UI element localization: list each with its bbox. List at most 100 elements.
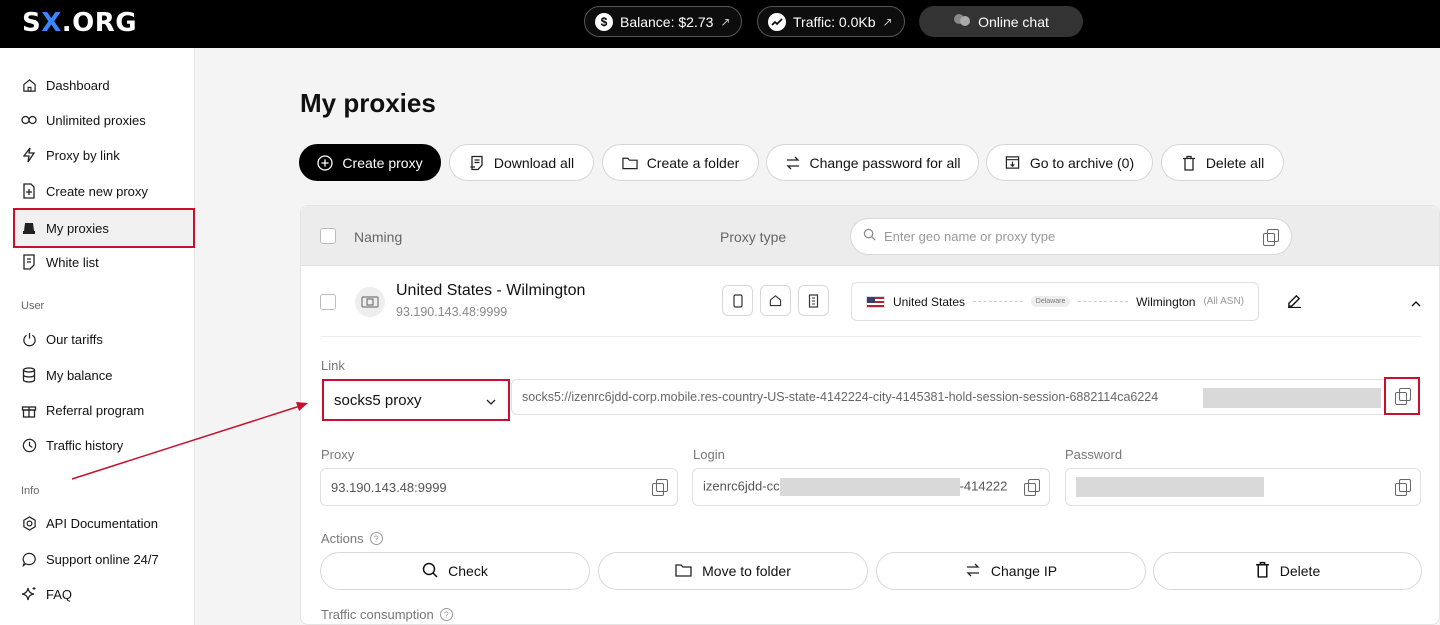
plus-circle-icon — [317, 154, 334, 171]
move-to-folder-button[interactable]: Move to folder — [598, 552, 868, 590]
logo-text-right: .ORG — [61, 8, 138, 38]
change-password-label: Change password for all — [809, 154, 961, 171]
proxy-address: 93.190.143.48:9999 — [396, 305, 508, 319]
trend-icon — [768, 12, 786, 31]
search-input[interactable] — [884, 229, 1254, 244]
sidebar-item-white-list[interactable]: White list — [14, 245, 194, 279]
sidebar-item-traffic-history[interactable]: Traffic history — [14, 428, 194, 462]
sidebar-item-label: My balance — [46, 367, 113, 383]
download-all-button[interactable]: Download all — [449, 144, 594, 181]
residential-type-button[interactable] — [760, 285, 791, 316]
sidebar-item-support-online[interactable]: Support online 24/7 — [14, 542, 194, 576]
search-box — [850, 218, 1292, 255]
table-header: Naming Proxy type — [301, 206, 1439, 266]
arrow-up-right-icon: ↗ — [720, 14, 731, 29]
question-icon[interactable]: ? — [369, 532, 383, 545]
sidebar-item-unlimited-proxies[interactable]: Unlimited proxies — [14, 103, 194, 137]
proxy-field[interactable]: 93.190.143.48:9999 — [320, 468, 678, 506]
route-divider — [973, 301, 1023, 302]
row-checkbox[interactable] — [320, 294, 336, 310]
gear-icon — [21, 515, 37, 531]
check-button[interactable]: Check — [320, 552, 590, 590]
sidebar-section-user: User — [21, 300, 45, 312]
sidebar-item-proxy-by-link[interactable]: Proxy by link — [14, 138, 194, 172]
sidebar-item-referral-program[interactable]: Referral program — [14, 393, 194, 427]
geo-state: Delaware — [1030, 296, 1071, 307]
create-proxy-button[interactable]: Create proxy — [299, 144, 441, 181]
swap-arrows-icon — [785, 155, 801, 171]
copy-icon[interactable] — [651, 479, 668, 496]
sidebar-item-my-proxies[interactable]: My proxies — [13, 208, 195, 248]
clock-icon — [21, 437, 37, 453]
dollar-icon: $ — [595, 12, 613, 31]
question-icon[interactable]: ? — [439, 608, 453, 621]
geo-route: United States Delaware Wilmington (All A… — [851, 282, 1259, 321]
sidebar-item-label: Dashboard — [46, 77, 110, 93]
infinity-icon — [21, 112, 37, 128]
corporate-type-button[interactable] — [798, 285, 829, 316]
sidebar-item-label: My proxies — [46, 220, 109, 236]
sidebar-item-label: White list — [46, 254, 99, 270]
traffic-consumption-text: Traffic consumption — [321, 607, 434, 622]
sidebar-item-faq[interactable]: FAQ — [14, 577, 194, 611]
sparkle-icon — [21, 586, 37, 602]
sidebar-item-create-new-proxy[interactable]: Create new proxy — [14, 174, 194, 208]
edit-pencil-icon[interactable] — [1287, 293, 1302, 313]
redacted-area — [1203, 388, 1381, 408]
sidebar-item-label: Proxy by link — [46, 147, 120, 163]
go-to-archive-button[interactable]: Go to archive (0) — [986, 144, 1153, 181]
lightning-icon — [21, 147, 37, 163]
chevron-up-icon[interactable] — [1410, 295, 1422, 313]
protocol-select[interactable]: socks5 proxy — [322, 379, 510, 421]
sidebar-item-label: Support online 24/7 — [46, 551, 159, 567]
geo-asn: (All ASN) — [1203, 296, 1245, 307]
sidebar-item-label: API Documentation — [46, 515, 159, 531]
sidebar-item-my-balance[interactable]: My balance — [14, 358, 194, 392]
check-label: Check — [448, 563, 488, 579]
login-field[interactable]: izenrc6jdd-cc -414222 — [692, 468, 1050, 506]
balance-pill[interactable]: $ Balance: $2.73 ↗ — [584, 6, 742, 37]
sidebar-section-info: Info — [21, 485, 40, 497]
delete-all-button[interactable]: Delete all — [1161, 144, 1284, 181]
copy-icon — [1394, 388, 1411, 405]
mobile-type-button[interactable] — [722, 285, 753, 316]
change-ip-button[interactable]: Change IP — [876, 552, 1146, 590]
copy-icon[interactable] — [1023, 479, 1040, 496]
link-label: Link — [321, 358, 345, 373]
sidebar-item-api-documentation[interactable]: API Documentation — [14, 506, 194, 540]
password-field[interactable] — [1065, 468, 1421, 506]
route-divider — [1078, 301, 1129, 302]
page-title: My proxies — [300, 88, 436, 118]
search-icon — [863, 228, 876, 246]
proxy-field-value: 93.190.143.48:9999 — [331, 479, 447, 495]
login-field-label: Login — [693, 447, 725, 462]
swap-arrows-icon — [965, 563, 981, 580]
sidebar-item-dashboard[interactable]: Dashboard — [14, 68, 194, 102]
select-all-checkbox[interactable] — [320, 228, 336, 244]
sidebar-item-our-tariffs[interactable]: Our tariffs — [14, 322, 194, 356]
actions-label: Actions ? — [321, 531, 383, 546]
logo-text-left: S — [22, 8, 42, 38]
logo[interactable]: SX.ORG — [22, 8, 137, 38]
folder-icon — [675, 563, 692, 580]
go-to-archive-label: Go to archive (0) — [1029, 154, 1135, 171]
download-all-label: Download all — [493, 154, 575, 171]
sidebar-item-label: Create new proxy — [46, 183, 148, 199]
copy-link-button[interactable] — [1384, 377, 1420, 415]
delete-label: Delete — [1279, 563, 1321, 579]
protocol-selected: socks5 proxy — [334, 391, 422, 409]
archive-icon — [1005, 155, 1021, 171]
traffic-pill[interactable]: Traffic: 0.0Kb ↗ — [757, 6, 905, 37]
geo-country: United States — [893, 294, 966, 309]
online-chat-button[interactable]: Online chat — [919, 6, 1083, 37]
sidebar: Dashboard Unlimited proxies Proxy by lin… — [0, 48, 195, 625]
change-password-for-all-button[interactable]: Change password for all — [766, 144, 979, 181]
create-folder-button[interactable]: Create a folder — [602, 144, 759, 181]
copy-icon[interactable] — [1262, 228, 1279, 246]
copy-icon[interactable] — [1394, 479, 1411, 496]
geo-city: Wilmington — [1136, 294, 1196, 309]
list-icon — [21, 254, 37, 270]
delete-button[interactable]: Delete — [1153, 552, 1422, 590]
folder-icon — [622, 155, 638, 171]
sidebar-item-label: Traffic history — [46, 437, 124, 453]
